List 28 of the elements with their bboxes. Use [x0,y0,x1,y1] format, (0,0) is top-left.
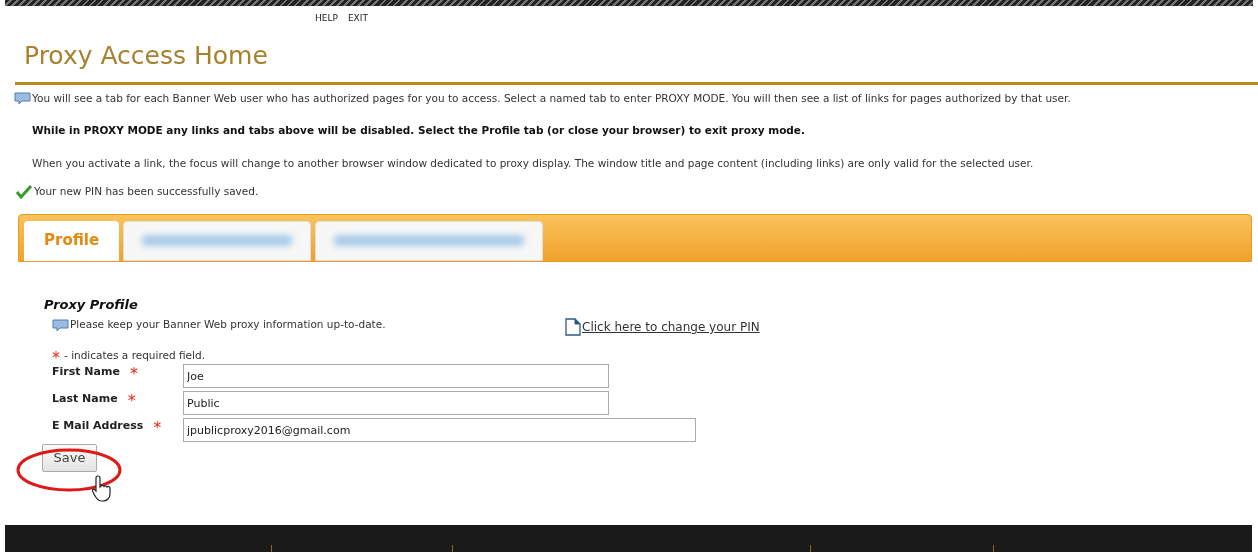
text-input[interactable]: Public [183,391,609,415]
change-pin-link[interactable]: Click here to change your PIN [582,318,760,336]
text-input[interactable]: Joe [183,364,609,388]
nav-link[interactable]: EXIT [347,12,368,26]
speech-bubble-icon [52,318,69,332]
success-message: Your new PIN has been successfully saved. [34,183,259,199]
field-label: Last Name [52,391,118,407]
field-label: E Mail Address [52,418,144,434]
save-button[interactable]: Save [42,444,97,472]
field-label: First Name [52,364,120,380]
required-mark: * [129,364,138,382]
section-title: Proxy Profile [44,295,138,314]
required-legend: - indicates a required field. [64,348,205,364]
hint-text: Please keep your Banner Web proxy information up-to-date. [70,317,386,333]
speech-bubble-icon [14,91,31,105]
required-mark: * [127,391,136,409]
tab[interactable] [315,220,544,261]
note-text: When you activate a link, the focus will change to another browser window dedicated to proxy display. The window title and page content (including links) are only valid for the selected user. [31,156,1034,171]
required-mark: * [52,348,60,364]
tab[interactable] [123,220,312,261]
warning-text: While in PROXY MODE any links and tabs above will be disabled. Select the Profile tab (or close your browser) to exit proxy mode. [31,123,805,139]
page-title: Proxy Access Home [23,39,268,72]
text-input[interactable]: jpublicproxy2016@gmail.com [183,418,696,442]
intro-text: You will see a tab for each Banner Web user who has authorized pages for you to access. Select a named tab to enter PROXY MODE. You will then see a list of links for pages authorized by that user. [32,90,1071,106]
required-mark: * [153,418,162,436]
nav-link[interactable]: HELP [315,12,338,26]
document-icon [565,318,581,336]
checkmark-icon [16,184,32,199]
